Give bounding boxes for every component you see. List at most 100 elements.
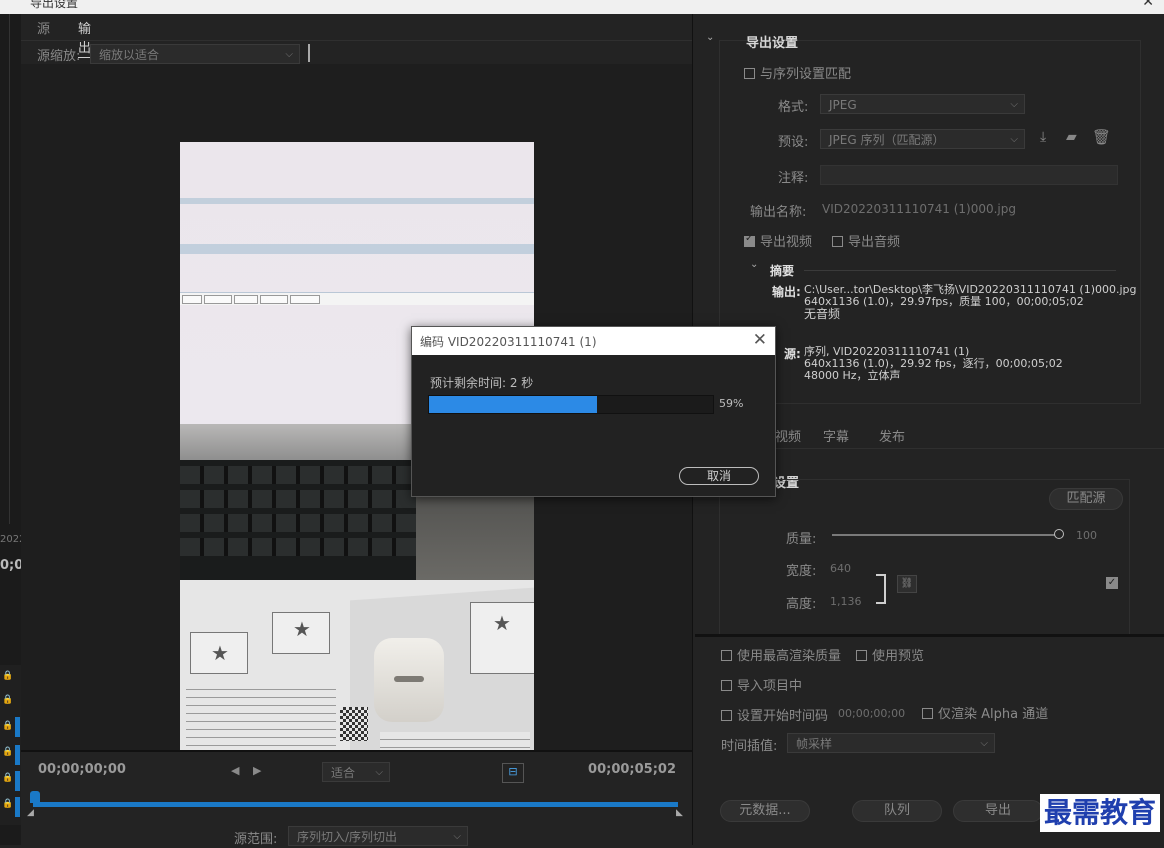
timeline-bar: 00;00;00;00 ◀ ▶ 适合 ⌵ ⊟ 00;00;05;02 ◢ ◣ 源… bbox=[21, 750, 692, 847]
checkbox-icon bbox=[721, 650, 732, 661]
bg-timecode: 0;0 bbox=[0, 558, 24, 573]
export-audio-checkbox[interactable]: 导出音频 bbox=[832, 231, 900, 250]
dialog-titlebar: 编码 VID20220311110741 (1) ✕ bbox=[412, 327, 775, 355]
format-value: JPEG bbox=[829, 98, 857, 112]
summary-chevron-icon[interactable]: ⌄ bbox=[750, 259, 758, 270]
key-row bbox=[180, 538, 416, 556]
checkbox-checked-icon[interactable]: ✓ bbox=[1106, 577, 1118, 589]
checkbox-icon bbox=[721, 680, 732, 691]
dialog-title: 编码 VID20220311110741 (1) bbox=[420, 335, 597, 349]
tab-captions[interactable]: 字幕 bbox=[823, 426, 849, 445]
notes-input[interactable] bbox=[820, 165, 1118, 185]
star-icon: ★ bbox=[493, 611, 511, 635]
use-preview-label: 使用预览 bbox=[872, 649, 925, 664]
link-icon[interactable]: ⛓ bbox=[897, 575, 917, 593]
start-tc-value[interactable]: 00;00;00;00 bbox=[838, 707, 905, 720]
chevron-down-icon: ⌵ bbox=[980, 738, 988, 749]
bg-clip bbox=[15, 745, 20, 765]
window-close-icon[interactable]: ✕ bbox=[1142, 0, 1154, 10]
lock-icon: 🔒 bbox=[2, 799, 14, 809]
close-icon[interactable]: ✕ bbox=[753, 330, 767, 350]
max-render-checkbox[interactable]: 使用最高渲染质量 bbox=[721, 645, 841, 664]
mark-out-icon[interactable]: ▶ bbox=[253, 764, 261, 777]
chevron-down-icon: ⌵ bbox=[375, 767, 383, 778]
export-settings-header: 导出设置 bbox=[746, 36, 799, 51]
safe-margins-icon[interactable]: ⊟ bbox=[502, 763, 524, 783]
source-range-select[interactable]: 序列切入/序列切出 ⌵ bbox=[288, 826, 468, 846]
qr-code bbox=[340, 707, 368, 741]
timecode-end: 00;00;05;02 bbox=[588, 762, 676, 777]
width-value[interactable]: 640 bbox=[830, 562, 851, 575]
link-bracket bbox=[876, 574, 886, 604]
background-editor-strip: 2022 0;0 🔒 🔒 🔒 🔒 🔒 🔒 bbox=[0, 14, 25, 845]
match-source-button[interactable]: 匹配源 bbox=[1049, 488, 1123, 510]
summary-divider bbox=[804, 270, 1116, 271]
quality-slider-track[interactable] bbox=[832, 534, 1058, 536]
out-point-icon[interactable]: ◣ bbox=[676, 808, 683, 818]
match-sequence-checkbox[interactable]: 与序列设置匹配 bbox=[744, 63, 851, 82]
tab-video[interactable]: 视频 bbox=[775, 426, 801, 445]
save-preset-icon[interactable]: ⤓ bbox=[1040, 129, 1046, 145]
timeline-track[interactable] bbox=[33, 802, 678, 807]
progress-bar bbox=[428, 395, 714, 414]
chevron-down-icon: ⌵ bbox=[1010, 99, 1018, 110]
frame-btn bbox=[234, 295, 258, 304]
source-range-label: 源范围: bbox=[234, 832, 278, 847]
format-select[interactable]: JPEG ⌵ bbox=[820, 94, 1025, 114]
chevron-down-icon: ⌵ bbox=[1010, 134, 1018, 145]
quality-label: 质量: bbox=[786, 532, 817, 547]
summary-header: 摘要 bbox=[770, 264, 795, 278]
lock-icon: 🔒 bbox=[2, 773, 14, 783]
height-label: 高度: bbox=[786, 597, 817, 612]
alpha-only-checkbox[interactable]: 仅渲染 Alpha 通道 bbox=[922, 703, 1048, 722]
watermark-logo: 最需教育 bbox=[1040, 794, 1161, 832]
lock-icon: 🔒 bbox=[2, 721, 14, 731]
import-preset-icon[interactable]: ▰ bbox=[1066, 129, 1077, 145]
export-button[interactable]: 导出 bbox=[953, 800, 1043, 822]
frame-btn bbox=[290, 295, 320, 304]
chevron-down-icon: ⌵ bbox=[285, 49, 293, 60]
quality-slider-handle[interactable] bbox=[1054, 529, 1064, 539]
paper-box: ★ bbox=[470, 602, 534, 674]
tab-publish[interactable]: 发布 bbox=[879, 426, 905, 445]
height-value[interactable]: 1,136 bbox=[830, 595, 862, 608]
mark-in-icon[interactable]: ◀ bbox=[231, 764, 239, 777]
summary-output-label: 输出: bbox=[772, 285, 801, 299]
preset-select[interactable]: JPEG 序列（匹配源） ⌵ bbox=[820, 129, 1025, 149]
metadata-button[interactable]: 元数据... bbox=[720, 800, 810, 822]
earbud-case bbox=[374, 638, 444, 722]
summary-source: 序列, VID20220311110741 (1) 640x1136 (1.0)… bbox=[804, 346, 1063, 382]
export-video-checkbox[interactable]: 导出视频 bbox=[744, 231, 812, 250]
source-zoom-select[interactable]: 缩放以适合 ⌵ bbox=[90, 44, 300, 64]
source-range-value: 序列切入/序列切出 bbox=[297, 830, 398, 844]
checkbox-icon bbox=[721, 710, 732, 721]
export-video-label: 导出视频 bbox=[760, 235, 813, 250]
checkbox-checked-icon bbox=[744, 233, 755, 247]
fit-select[interactable]: 适合 ⌵ bbox=[322, 762, 390, 782]
window-title: 导出设置 bbox=[30, 0, 79, 10]
summary-source-label: 源: bbox=[784, 347, 801, 361]
video-settings-section: 匹配源 质量: 100 宽度: 640 高度: 1,136 ⛓ ✓ bbox=[719, 479, 1130, 636]
summary-source-line: 48000 Hz，立体声 bbox=[804, 369, 901, 382]
match-sequence-label: 与序列设置匹配 bbox=[760, 67, 852, 82]
use-preview-checkbox[interactable]: 使用预览 bbox=[856, 645, 924, 664]
queue-button[interactable]: 队列 bbox=[852, 800, 942, 822]
collapse-chevron-icon[interactable]: ⌄ bbox=[706, 32, 714, 43]
key-row bbox=[180, 466, 416, 484]
import-project-label: 导入项目中 bbox=[737, 679, 803, 694]
import-project-checkbox[interactable]: 导入项目中 bbox=[721, 675, 802, 694]
delete-preset-icon[interactable]: 🗑 bbox=[1092, 128, 1111, 146]
set-start-tc-checkbox[interactable]: 设置开始时间码 bbox=[721, 705, 828, 724]
alpha-only-label: 仅渲染 Alpha 通道 bbox=[938, 707, 1049, 722]
interp-select[interactable]: 帧采样 ⌵ bbox=[787, 733, 995, 753]
tab-source[interactable]: 源 bbox=[37, 18, 50, 37]
key-row bbox=[180, 514, 416, 532]
case-slot bbox=[394, 676, 424, 682]
output-name-link[interactable]: VID20220311110741 (1)000.jpg bbox=[822, 202, 1016, 216]
cancel-button[interactable]: 取消 bbox=[679, 467, 759, 485]
preset-label: 预设: bbox=[778, 135, 809, 150]
in-point-icon[interactable]: ◢ bbox=[27, 808, 34, 818]
export-audio-label: 导出音频 bbox=[848, 235, 901, 250]
key-row bbox=[180, 490, 416, 508]
frame-band bbox=[180, 198, 534, 204]
